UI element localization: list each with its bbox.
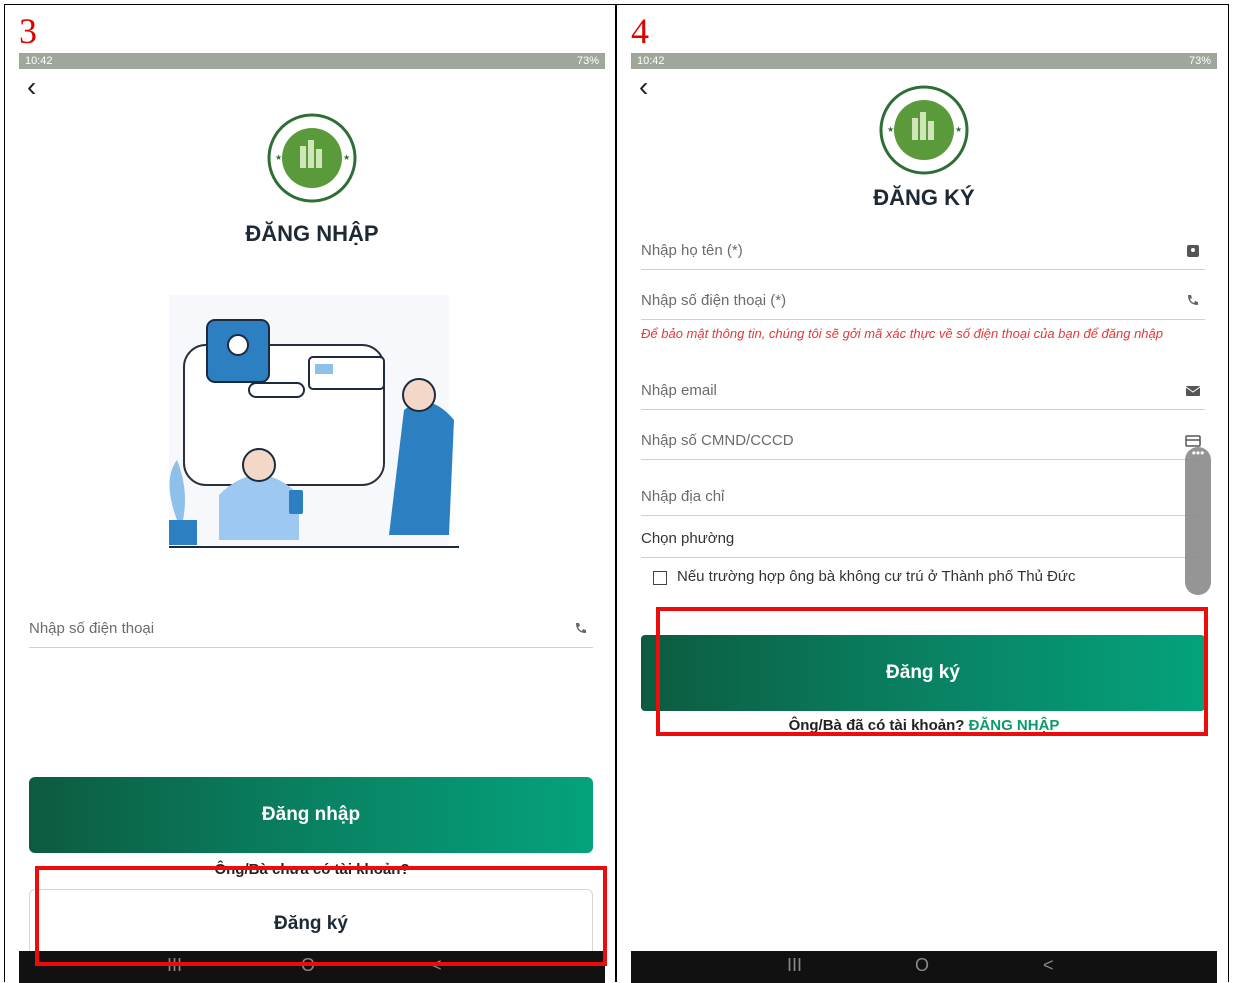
scroll-handle[interactable]: ••• bbox=[1185, 447, 1211, 595]
step-4-panel: 4 10:42 73% ‹ ★ ★ ĐĂNG KÝ Nhập họ tên (*… bbox=[616, 4, 1229, 983]
status-bar: 10:42 73% bbox=[19, 53, 605, 69]
mail-icon bbox=[1185, 386, 1201, 396]
register-screen: 10:42 73% ‹ ★ ★ ĐĂNG KÝ Nhập họ tên (*) … bbox=[631, 53, 1217, 983]
page-title: ĐĂNG KÝ bbox=[873, 185, 975, 210]
contact-card-icon bbox=[1187, 245, 1199, 257]
phone-icon bbox=[1188, 295, 1198, 305]
battery-level: 73% bbox=[1188, 55, 1211, 67]
id-number-field[interactable]: Nhập số CMND/CCCD bbox=[641, 415, 1205, 460]
status-bar: 10:42 73% bbox=[631, 53, 1217, 69]
security-hint: Để bảo mật thông tin, chúng tôi sẽ gởi m… bbox=[641, 326, 1163, 341]
onboarding-illustration bbox=[169, 295, 459, 548]
page-title: ĐĂNG NHẬP bbox=[245, 221, 379, 246]
register-button[interactable]: Đăng ký bbox=[29, 889, 593, 959]
city-logo: ★ ★ bbox=[267, 113, 357, 203]
name-placeholder: Nhập họ tên (*) bbox=[641, 242, 743, 259]
status-time: 10:42 bbox=[637, 55, 665, 67]
nav-back-icon[interactable]: < bbox=[431, 955, 442, 976]
id-placeholder: Nhập số CMND/CCCD bbox=[641, 432, 794, 449]
have-account-text: Ông/Bà đã có tài khoản? bbox=[788, 717, 965, 734]
login-button[interactable]: Đăng nhập bbox=[29, 777, 593, 853]
home-icon[interactable]: O bbox=[301, 955, 315, 976]
android-nav-bar: III O < bbox=[631, 951, 1217, 983]
step-number: 4 bbox=[631, 11, 649, 51]
name-field[interactable]: Nhập họ tên (*) bbox=[641, 225, 1205, 270]
recent-apps-icon[interactable]: III bbox=[167, 955, 182, 976]
back-arrow-icon[interactable]: ‹ bbox=[639, 71, 648, 103]
battery-level: 73% bbox=[576, 55, 599, 67]
no-account-text: Ông/Bà chưa có tài khoản? bbox=[214, 861, 410, 878]
email-field[interactable]: Nhập email bbox=[641, 365, 1205, 410]
back-arrow-icon[interactable]: ‹ bbox=[27, 71, 36, 103]
status-time: 10:42 bbox=[25, 55, 53, 67]
svg-text:★: ★ bbox=[343, 153, 350, 162]
phone-field[interactable]: Nhập số điện thoại (*) bbox=[641, 275, 1205, 320]
home-icon[interactable]: O bbox=[915, 955, 929, 976]
recent-apps-icon[interactable]: III bbox=[787, 955, 802, 976]
nav-back-icon[interactable]: < bbox=[1043, 955, 1054, 976]
ward-placeholder: Chọn phường bbox=[641, 530, 735, 547]
svg-text:★: ★ bbox=[955, 125, 962, 134]
step-number: 3 bbox=[19, 11, 37, 51]
address-placeholder: Nhập địa chỉ bbox=[641, 488, 725, 505]
address-field[interactable]: Nhập địa chỉ bbox=[641, 471, 1205, 516]
ward-select[interactable]: Chọn phường bbox=[641, 513, 1205, 558]
city-logo: ★ ★ bbox=[879, 85, 969, 175]
non-resident-checkbox[interactable] bbox=[653, 571, 667, 585]
register-submit-button[interactable]: Đăng ký bbox=[641, 635, 1205, 711]
step-3-panel: 3 10:42 73% ‹ ★ ★ ĐĂNG NHẬP Nhập số điện… bbox=[4, 4, 616, 983]
svg-text:★: ★ bbox=[275, 153, 282, 162]
android-nav-bar: III O < bbox=[19, 951, 605, 983]
phone-placeholder: Nhập số điện thoại (*) bbox=[641, 292, 787, 309]
phone-placeholder: Nhập số điện thoại bbox=[29, 620, 155, 637]
phone-icon bbox=[576, 623, 586, 633]
have-account-line: Ông/Bà đã có tài khoản? ĐĂNG NHẬP bbox=[631, 717, 1217, 734]
svg-text:★: ★ bbox=[887, 125, 894, 134]
email-placeholder: Nhập email bbox=[641, 382, 717, 399]
phone-field[interactable]: Nhập số điện thoại bbox=[29, 603, 593, 648]
login-screen: 10:42 73% ‹ ★ ★ ĐĂNG NHẬP Nhập số điện t… bbox=[19, 53, 605, 983]
non-resident-label: Nếu trường hợp ông bà không cư trú ở Thà… bbox=[677, 568, 1076, 585]
login-link[interactable]: ĐĂNG NHẬP bbox=[969, 717, 1060, 734]
